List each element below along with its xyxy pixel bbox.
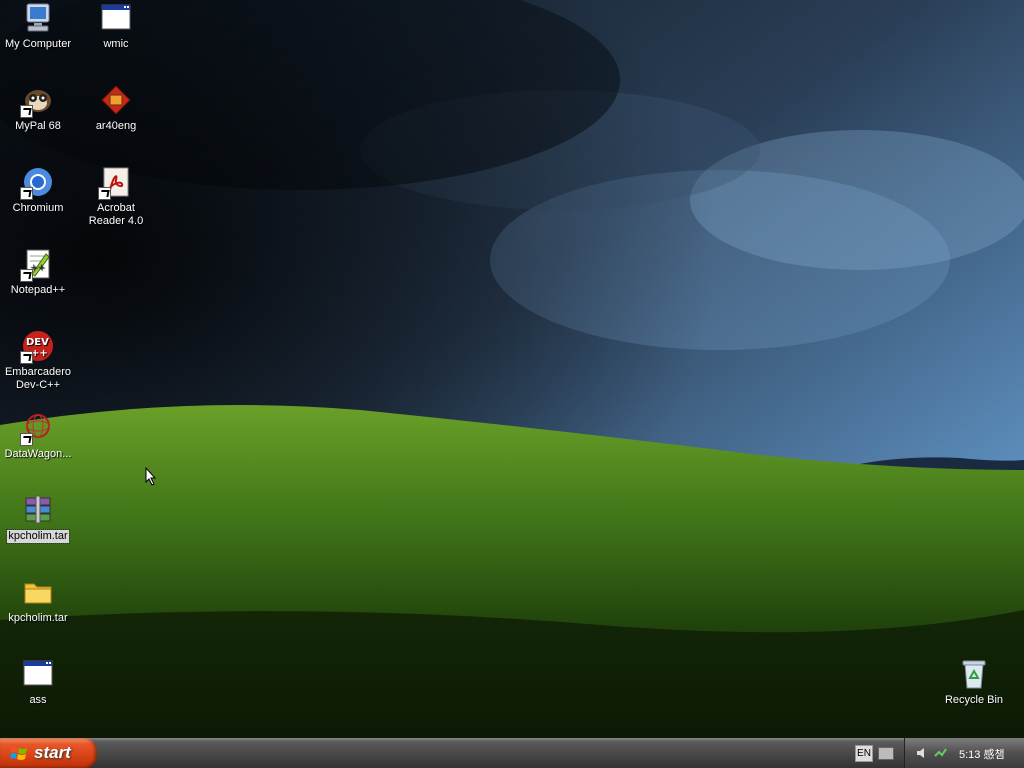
desktop-icon-kpcholim-folder[interactable]: kpcholim.tar (0, 576, 76, 625)
recycle-bin-icon (958, 658, 990, 690)
shortcut-arrow-icon (20, 351, 33, 364)
language-indicator[interactable]: EN (855, 745, 873, 762)
mouse-cursor-icon (145, 466, 157, 491)
svg-text:++: ++ (31, 348, 48, 359)
dev-cpp-icon: DEV ++ (20, 330, 54, 364)
mypal-browser-icon (20, 84, 54, 118)
desktop-icon-label: DataWagon... (4, 448, 72, 460)
shortcut-arrow-icon (98, 187, 111, 200)
desktop-icon-label: kpcholim.tar (6, 529, 70, 544)
start-button[interactable]: start (0, 738, 97, 768)
shortcut-arrow-icon (20, 105, 33, 118)
clock[interactable]: 5:13 感챔 (959, 746, 1005, 762)
shortcut-arrow-icon (20, 187, 33, 200)
desktop-icon-label: ar40eng (95, 120, 137, 132)
desktop-icon-label: Acrobat Reader 4.0 (88, 202, 144, 227)
svg-text:DEV: DEV (26, 337, 49, 348)
chromium-icon (20, 166, 54, 200)
keyboard-icon[interactable] (878, 747, 894, 760)
shortcut-arrow-icon (20, 269, 33, 282)
datawagon-icon (20, 412, 54, 446)
desktop-icon-datawagon[interactable]: DataWagon... (0, 412, 76, 461)
system-tray: 5:13 感챔 (904, 738, 1024, 768)
desktop-icon-label: Embarcadero Dev-C++ (4, 366, 72, 391)
desktop-icon-my-computer[interactable]: My Computer (0, 2, 76, 51)
desktop-icon-label: Recycle Bin (944, 694, 1004, 706)
desktop-icon-dev-cpp[interactable]: DEV ++ Embarcadero Dev-C++ (0, 330, 76, 392)
network-icon[interactable] (933, 746, 947, 760)
my-computer-icon (22, 2, 54, 34)
desktop-icon-recycle-bin[interactable]: Recycle Bin (936, 658, 1012, 707)
desktop-icon-notepad-plus-plus[interactable]: ++ Notepad++ (0, 248, 76, 297)
winrar-archive-icon (22, 494, 54, 526)
desktop-icon-label: kpcholim.tar (8, 612, 68, 624)
desktop-icon-ass[interactable]: ass (0, 658, 76, 707)
desktop-icon-label: MyPal 68 (15, 120, 61, 132)
start-label: start (34, 743, 71, 762)
folder-icon (22, 576, 54, 608)
desktop-icon-label: ass (29, 694, 47, 706)
console-window-icon (100, 2, 132, 34)
acrobat-icon (98, 166, 132, 200)
desktop-icon-ar40eng[interactable]: ar40eng (78, 84, 154, 133)
taskbar: start EN 5:13 感챔 (0, 738, 1024, 768)
console-window-icon (22, 658, 54, 690)
shortcut-arrow-icon (20, 433, 33, 446)
desktop-icon-chromium[interactable]: Chromium (0, 166, 76, 215)
desktop-icon-label: wmic (103, 38, 129, 50)
desktop-icon-acrobat-reader[interactable]: Acrobat Reader 4.0 (78, 166, 154, 228)
installer-icon (100, 84, 132, 116)
desktop-icon-label: My Computer (4, 38, 72, 50)
notepad-plus-plus-icon: ++ (20, 248, 54, 282)
desktop-icon-label: Chromium (12, 202, 64, 214)
desktop-icon-wmic[interactable]: wmic (78, 2, 154, 51)
windows-flag-icon (10, 745, 28, 762)
speaker-icon[interactable] (915, 746, 929, 760)
desktop-icon-label: Notepad++ (10, 284, 66, 296)
desktop-icon-kpcholim-archive[interactable]: kpcholim.tar (0, 494, 76, 544)
desktop-icon-mypal[interactable]: MyPal 68 (0, 84, 76, 133)
